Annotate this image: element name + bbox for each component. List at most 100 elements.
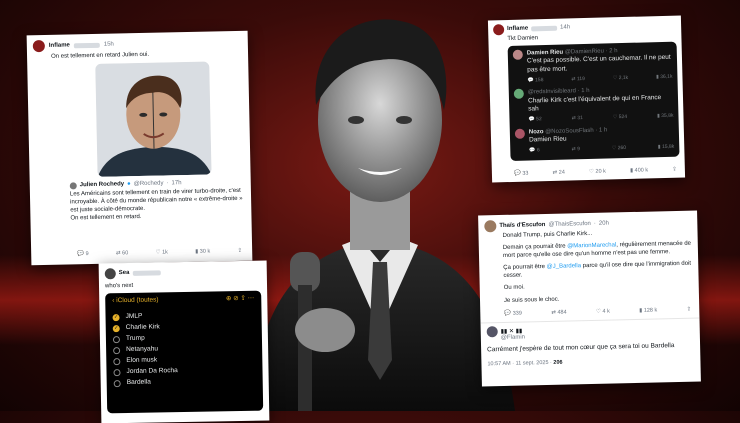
thread-author: Damien Rieu bbox=[527, 50, 563, 57]
views-count: ▮ 30 k bbox=[195, 248, 210, 256]
share-icon[interactable]: ⇪ bbox=[687, 306, 692, 314]
verified-icon: ● bbox=[127, 180, 131, 188]
thread-handle: @NozoSousFlash · 1 h bbox=[545, 127, 607, 135]
thread-handle: @redsInvisibleard · 1 h bbox=[528, 88, 590, 96]
tweet-author: Inflame bbox=[49, 41, 70, 50]
tweet-card-thais[interactable]: Thaïs d'Escufon @ThaisEscufon · 20h Dona… bbox=[478, 211, 701, 387]
thread-stat[interactable]: ⇄ 31 bbox=[572, 115, 583, 122]
thread-stat[interactable]: ♡ 2,1k bbox=[613, 75, 628, 82]
checked-circle-icon[interactable]: ✓ bbox=[113, 314, 120, 321]
checked-circle-icon[interactable]: ✓ bbox=[113, 325, 120, 332]
thread-stat[interactable]: ⇄ 9 bbox=[572, 146, 581, 153]
tweet-stats: 💬 33 ⇄ 24 ♡ 20 k ▮ 400 k ⇪ bbox=[514, 166, 677, 178]
avatar bbox=[70, 182, 77, 189]
empty-circle-icon[interactable] bbox=[113, 369, 120, 376]
quoted-handle: @Rochedy bbox=[134, 180, 164, 189]
tweet-stats: 💬 339 ⇄ 484 ♡ 4 k ▮ 128 k ⇪ bbox=[504, 306, 691, 318]
reminder-label: JMLP bbox=[125, 313, 142, 322]
thread-text: C'est pas possible. C'est un cauchemar. … bbox=[527, 54, 672, 75]
quoted-time: 17h bbox=[171, 179, 181, 187]
empty-circle-icon[interactable] bbox=[113, 358, 120, 365]
reply-button[interactable]: 💬 33 bbox=[514, 170, 529, 178]
empty-circle-icon[interactable] bbox=[113, 336, 120, 343]
reply-button[interactable]: 💬 9 bbox=[77, 251, 89, 259]
share-icon[interactable]: ⇪ bbox=[672, 166, 677, 174]
reply-text: Carrément j'espère de tout mon cœur que … bbox=[487, 342, 694, 355]
thread-stat[interactable]: ▮ 36,1k bbox=[656, 73, 673, 80]
thread-stat[interactable]: ♡ 524 bbox=[613, 114, 627, 121]
thread-author: Nozo bbox=[529, 129, 544, 135]
retweet-button[interactable]: ⇄ 24 bbox=[553, 169, 565, 177]
like-button[interactable]: ♡ 1k bbox=[156, 249, 168, 257]
retweet-button[interactable]: ⇄ 60 bbox=[116, 250, 128, 258]
tweet-paragraph: Je suis sous le choc. bbox=[504, 292, 693, 304]
empty-circle-icon[interactable] bbox=[113, 347, 120, 354]
back-icon[interactable]: ‹ iCloud (toutes) bbox=[112, 297, 158, 307]
mention-link[interactable]: @MarionMarechal bbox=[567, 242, 616, 249]
tweet-handle: @ThaisEscufon bbox=[548, 220, 591, 229]
like-button[interactable]: ♡ 20 k bbox=[589, 168, 606, 176]
reply-tweet[interactable]: ▮▮ ✕ ▮▮ @Flamin Carrément j'espère de to… bbox=[481, 318, 701, 369]
avatar bbox=[515, 128, 525, 138]
thread-tweet[interactable]: Damien Rieu @DamienRieu · 2 hC'est pas p… bbox=[513, 46, 673, 85]
tweet-paragraph: Ou moi. bbox=[504, 280, 693, 292]
thread-tweet[interactable]: Nozo @NozoSousFlash · 1 hDamien Rieu💬 6⇄… bbox=[515, 125, 675, 155]
mention-link[interactable]: @J_Bardella bbox=[547, 263, 582, 270]
tweet-card-inflame-damien[interactable]: Inflame 14h Tkt Damien Damien Rieu @Dami… bbox=[488, 16, 685, 183]
reminder-label: Bardella bbox=[127, 378, 151, 387]
avatar bbox=[33, 40, 45, 52]
tweet-body: Donald Trump, puis Charlie Kirk... Demai… bbox=[478, 228, 699, 306]
tweet-author: Inflame bbox=[507, 25, 528, 34]
tweet-time: 20h bbox=[599, 219, 609, 227]
views-count: ▮ 400 k bbox=[630, 167, 648, 175]
quoted-image bbox=[95, 62, 211, 177]
toolbar-icons[interactable]: ⊕ ⊘ ⇪ ⋯ bbox=[226, 295, 254, 304]
reply-button[interactable]: 💬 339 bbox=[504, 310, 522, 318]
tweet-card-inflame-julien[interactable]: Inflame 15h On est tellement en retard J… bbox=[27, 31, 253, 266]
ios-reminders-screenshot: ‹ iCloud (toutes) ⊕ ⊘ ⇪ ⋯ ✓ JMLP ✓ Charlie … bbox=[105, 291, 263, 414]
views-count: ▮ 128 k bbox=[639, 307, 657, 315]
share-icon[interactable]: ⇪ bbox=[237, 247, 242, 255]
thread-tweet[interactable]: @redsInvisibleard · 1 hCharlie Kirk c'es… bbox=[514, 85, 674, 124]
reminder-label: Charlie Kirk bbox=[126, 323, 160, 332]
quoted-author: Julien Rochedy bbox=[80, 180, 125, 189]
thread-handle: @DamienRieu · 2 h bbox=[565, 48, 618, 55]
avatar bbox=[514, 89, 524, 99]
thread-stat[interactable]: ⇄ 119 bbox=[571, 76, 585, 83]
reminder-label: Netanyahu bbox=[126, 345, 158, 354]
reminder-item[interactable]: Bardella bbox=[114, 376, 256, 389]
thread-stat[interactable]: 💬 6 bbox=[529, 147, 540, 154]
thread-text: Charlie Kirk c'est l'équivalent de qui e… bbox=[528, 93, 673, 114]
thread-stats: 💬 52 ⇄ 31 ♡ 524 ▮ 35,8k bbox=[528, 113, 673, 124]
avatar bbox=[493, 24, 504, 35]
list-title: iCloud (toutes) bbox=[116, 297, 158, 305]
retweet-button[interactable]: ⇄ 484 bbox=[551, 309, 566, 317]
avatar bbox=[105, 268, 116, 279]
tweet-paragraph: Ça pourrait être @J_Bardella parce qu'il… bbox=[503, 260, 692, 280]
empty-circle-icon[interactable] bbox=[114, 380, 121, 387]
thread-stat[interactable]: ▮ 35,8k bbox=[657, 113, 674, 120]
avatar bbox=[487, 326, 498, 337]
quoted-tweet[interactable]: Julien Rochedy ● @Rochedy · 17h Les Amér… bbox=[70, 178, 246, 223]
tweet-stats: 💬 9 ⇄ 60 ♡ 1k ▮ 30 k ⇪ bbox=[77, 247, 242, 258]
avatar bbox=[484, 220, 496, 232]
reminder-label: Trump bbox=[126, 335, 145, 344]
reminder-label: Jordan Da Rocha bbox=[126, 367, 177, 377]
thread-stat[interactable]: 💬 158 bbox=[527, 77, 543, 84]
tweet-author: Thaïs d'Escufon bbox=[499, 221, 545, 230]
thread-stats: 💬 6 ⇄ 9 ♡ 260 ▮ 15,8k bbox=[529, 143, 674, 154]
reply-footer: 10:57 AM · 11 sept. 2025 · 206 bbox=[487, 357, 694, 369]
avatar bbox=[513, 50, 523, 60]
tweet-time: 14h bbox=[560, 24, 570, 32]
tweet-author: Sea bbox=[119, 269, 130, 277]
tweet-time: 15h bbox=[104, 40, 114, 48]
tweet-paragraph: Demain ça pourrait être @MarionMarechal,… bbox=[503, 240, 692, 260]
thread-stat[interactable]: ♡ 260 bbox=[612, 145, 626, 152]
thread-stat[interactable]: 💬 52 bbox=[528, 116, 541, 123]
like-button[interactable]: ♡ 4 k bbox=[596, 308, 610, 316]
thread-stat[interactable]: ▮ 15,8k bbox=[658, 143, 675, 150]
thread-stats: 💬 158 ⇄ 119 ♡ 2,1k ▮ 36,1k bbox=[527, 73, 672, 84]
reminder-label: Elon musk bbox=[126, 356, 157, 365]
tweet-card-sea[interactable]: Sea who's next ‹ iCloud (toutes) ⊕ ⊘ ⇪ ⋯… bbox=[99, 261, 270, 423]
embedded-dark-thread: Damien Rieu @DamienRieu · 2 hC'est pas p… bbox=[508, 42, 680, 161]
